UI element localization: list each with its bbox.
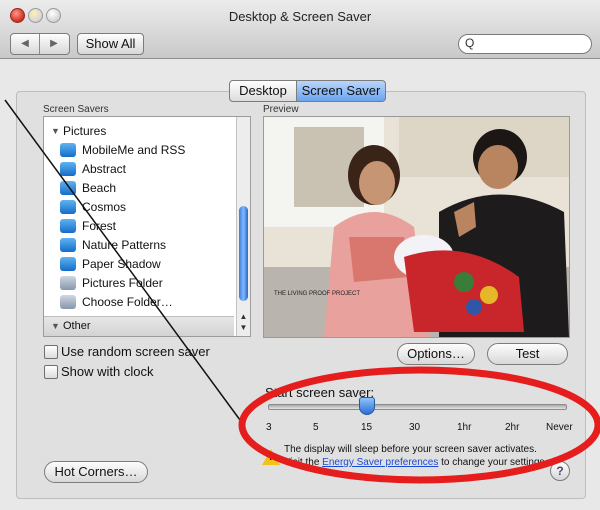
annotation-line bbox=[4, 99, 241, 421]
annotation-highlight-ellipse bbox=[238, 366, 600, 484]
annotation-overlay bbox=[4, 99, 600, 484]
